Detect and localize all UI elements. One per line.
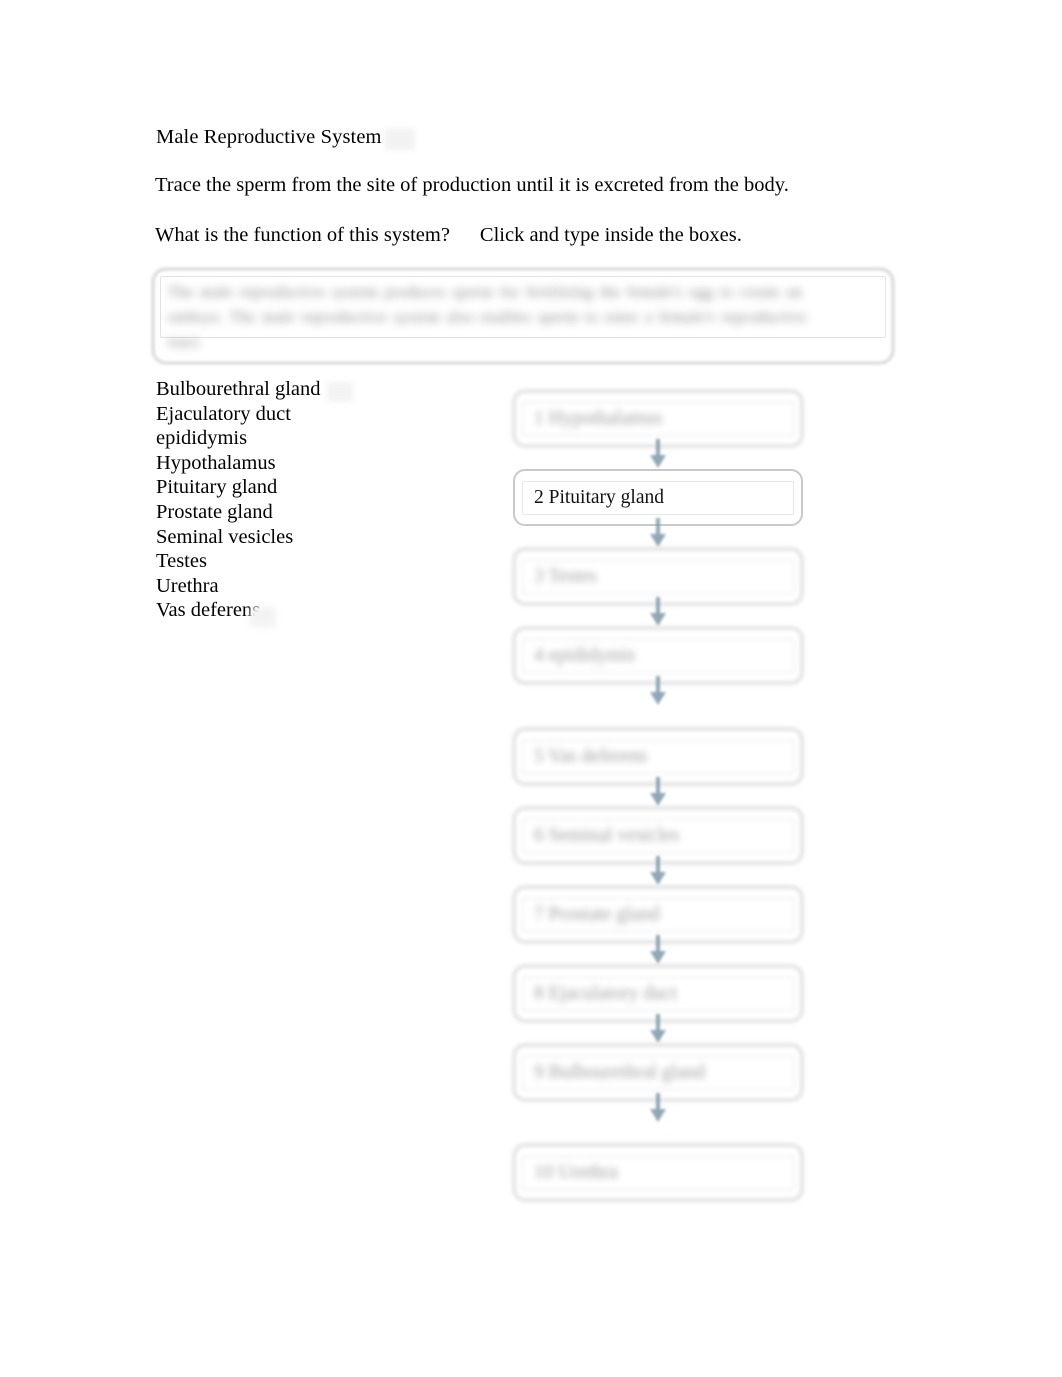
arrow-down-icon: [650, 777, 666, 806]
flow-box-text: 8 Ejaculatory duct: [534, 982, 677, 1004]
word-bank-item: Prostate gland: [156, 500, 273, 523]
word-bank-item: Bulbourethral gland: [156, 378, 321, 400]
flow-connector: [513, 518, 803, 548]
word-bank-item: Seminal vesicles: [156, 525, 294, 548]
flow-box-text: 2 Pituitary gland: [534, 486, 664, 508]
arrow-down-icon: [650, 597, 666, 626]
flow-box-text: 7 Prostate gland: [534, 903, 660, 925]
flow-box-field[interactable]: 3 Testes: [522, 559, 794, 594]
flow-connector: [513, 1093, 803, 1144]
flow-connector: [513, 597, 803, 627]
arrow-down-icon: [650, 1093, 666, 1122]
word-bank-list: Bulbourethral gland Ejaculatory duct epi…: [156, 377, 486, 623]
flow-box-text: 5 Vas deferens: [534, 745, 648, 767]
word-bank-item: Ejaculatory duct: [156, 402, 291, 425]
page-title: Male Reproductive System: [156, 126, 382, 148]
flow-box-field[interactable]: 2 Pituitary gland: [522, 480, 794, 515]
instruction-trace-text: Trace the sperm from the site of product…: [155, 174, 789, 196]
flow-box-field[interactable]: 5 Vas deferens: [522, 739, 794, 774]
flow-box-field[interactable]: 9 Bulbourethral gland: [522, 1055, 794, 1090]
word-bank-item: Pituitary gland: [156, 476, 278, 499]
flow-box-field[interactable]: 1 Hypothalamus: [522, 401, 794, 436]
flow-box-field[interactable]: 10 Urethra: [522, 1155, 794, 1190]
flow-box-field[interactable]: 7 Prostate gland: [522, 897, 794, 932]
flow-box-field[interactable]: 8 Ejaculatory duct: [522, 976, 794, 1011]
title-redaction-smudge: [385, 128, 415, 150]
arrow-down-icon: [650, 935, 666, 964]
flow-box-field[interactable]: 4 epididymis: [522, 638, 794, 673]
answer-box-text: The male reproductive system produces sp…: [168, 284, 807, 351]
arrow-down-icon: [650, 856, 666, 885]
arrow-down-icon: [650, 439, 666, 468]
word-bank-item: Hypothalamus: [156, 451, 276, 474]
arrow-down-icon: [650, 676, 666, 705]
flow-connector: [513, 856, 803, 886]
flow-box-text: 10 Urethra: [534, 1161, 618, 1183]
word-bank-item: Vas deferens: [156, 599, 261, 622]
word-bank-item: Testes: [156, 550, 207, 573]
flow-box-text: 9 Bulbourethral gland: [534, 1061, 706, 1083]
flow-connector: [513, 439, 803, 469]
word-bank-item: epididymis: [156, 427, 248, 450]
document-page: Male Reproductive System Trace the sperm…: [0, 0, 1062, 1377]
flow-box-outline[interactable]: 10 Urethra: [513, 1144, 803, 1201]
flow-connector: [513, 1014, 803, 1044]
flow-connector: [513, 676, 803, 728]
word-bank-smudge: [250, 607, 276, 627]
flow-box-text: 3 Testes: [534, 565, 597, 587]
word-bank-smudge: [327, 382, 353, 402]
hint-text: Click and type inside the boxes.: [479, 224, 742, 246]
flow-step-10[interactable]: 10 Urethra: [513, 1144, 803, 1201]
flow-connector: [513, 777, 803, 807]
word-bank-item: Urethra: [156, 574, 219, 597]
flow-box-text: 6 Seminal vesicles: [534, 824, 680, 846]
flow-box-text: 1 Hypothalamus: [534, 407, 663, 429]
question-line: What is the function of this system? Clic…: [155, 222, 742, 248]
flow-box-text: 4 epididymis: [534, 644, 636, 666]
flow-box-field[interactable]: 6 Seminal vesicles: [522, 818, 794, 853]
arrow-down-icon: [650, 518, 666, 547]
flowchart: 1 Hypothalamus 2 Pituitary gland 3 Teste…: [513, 390, 803, 1201]
arrow-down-icon: [650, 1014, 666, 1043]
question-text: What is the function of this system?: [155, 224, 450, 246]
flow-connector: [513, 935, 803, 965]
